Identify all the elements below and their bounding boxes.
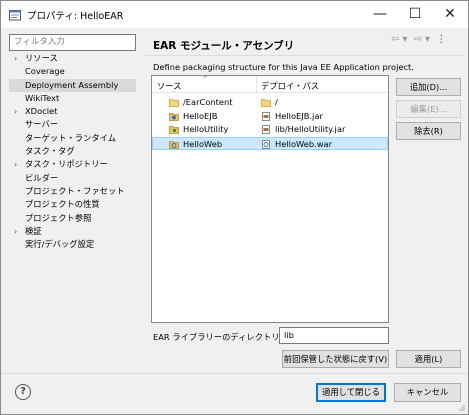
tree-item-project-facets[interactable]: プロジェクト・ファセット (9, 185, 136, 198)
header-divider (144, 55, 464, 56)
folder-icon (169, 99, 179, 107)
source-cell: /EarContent (183, 97, 233, 107)
close-button[interactable]: ✕ (433, 1, 467, 28)
tree-item-label: タスク・リポジトリー (25, 159, 108, 170)
jar-file-icon (262, 111, 270, 121)
tree-item-target-runtime[interactable]: ターゲット・ランタイム (9, 132, 136, 145)
tree-item-label: ターゲット・ランタイム (25, 132, 117, 143)
maximize-button[interactable]: ☐ (398, 1, 432, 28)
folder-icon (261, 99, 271, 107)
tree-item-label: XDoclet (25, 106, 58, 117)
tree-item-validation[interactable]: › 検証 (9, 225, 136, 238)
apply-and-close-button[interactable]: 適用して閉じる (316, 383, 386, 402)
java-project-icon (169, 126, 179, 134)
properties-icon (9, 10, 21, 21)
deploy-path-cell: HelloWeb.war (275, 138, 333, 149)
property-page-tree: › リソース Coverage Deployment Assembly Wiki… (9, 52, 136, 251)
tree-item-run-debug-settings[interactable]: 実行/デバッグ設定 (9, 238, 136, 251)
forward-menu-chevron-icon[interactable]: ▾ (425, 34, 430, 45)
chevron-right-icon[interactable]: › (14, 158, 17, 171)
deploy-path-cell: lib/HelloUtility.jar (275, 124, 346, 134)
page-navigation: ⇦ ▾ ⇨ ▾ ⋮ (391, 34, 461, 48)
ejb-project-icon (169, 112, 179, 121)
source-cell: HelloUtility (183, 124, 229, 134)
deploy-path-cell: / (275, 97, 278, 107)
edit-button[interactable]: 編集(E)... (396, 100, 461, 118)
column-header-deploy-path[interactable]: デプロイ・パス (261, 80, 319, 92)
web-project-icon (169, 140, 179, 149)
tree-item-builders[interactable]: ビルダー (9, 172, 136, 185)
tree-item-task-tags[interactable]: タスク・タグ (9, 145, 136, 158)
tree-item-label: リソース (25, 53, 58, 63)
sort-ascending-icon: ^ (202, 75, 208, 83)
window-title: プロパティ: HelloEAR (27, 11, 124, 22)
add-button[interactable]: 追加(D)... (396, 78, 461, 96)
tree-item-label: タスク・タグ (25, 146, 75, 157)
tree-item-project-references[interactable]: プロジェクト参照 (9, 212, 136, 225)
footer-divider (1, 373, 468, 374)
tree-item-task-repository[interactable]: › タスク・リポジトリー (9, 158, 136, 171)
help-icon[interactable]: ? (15, 384, 31, 400)
tree-item-resource[interactable]: › リソース (9, 52, 136, 65)
table-header: ソース ^ デプロイ・パス (152, 75, 388, 93)
properties-dialog: プロパティ: HelloEAR — ☐ ✕ フィルタ入力 › リソース Cove… (0, 0, 469, 415)
table-row[interactable]: HelloEJB HelloEJB.jar (152, 110, 388, 124)
title-bar: プロパティ: HelloEAR — ☐ ✕ (1, 1, 468, 28)
apply-button[interactable]: 適用(L) (396, 350, 461, 368)
tree-item-label: ビルダー (25, 172, 59, 183)
table-row[interactable]: /EarContent / (152, 96, 388, 110)
page-title: EAR モジュール・アセンブリ (153, 40, 295, 52)
tree-item-xdoclet[interactable]: › XDoclet (9, 105, 136, 118)
source-cell: HelloEJB (183, 110, 218, 121)
tree-item-deployment-assembly[interactable]: Deployment Assembly (9, 78, 136, 92)
cancel-button[interactable]: キャンセル (394, 383, 461, 402)
tree-item-label: サーバー (25, 119, 59, 130)
jar-file-icon (262, 125, 270, 134)
column-divider[interactable] (256, 76, 257, 93)
tree-item-label: 実行/デバッグ設定 (25, 239, 95, 250)
back-arrow-icon[interactable]: ⇦ (391, 34, 399, 45)
description-text: Define packaging structure for this Java… (153, 62, 414, 72)
forward-arrow-icon[interactable]: ⇨ (414, 34, 422, 45)
tree-item-label: WikiText (25, 92, 60, 103)
back-menu-chevron-icon[interactable]: ▾ (402, 34, 407, 45)
war-file-icon (262, 139, 270, 149)
deploy-path-cell: HelloEJB.jar (275, 110, 323, 121)
filter-input[interactable]: フィルタ入力 (9, 34, 136, 51)
tree-item-project-natures[interactable]: プロジェクトの性質 (9, 198, 136, 211)
assembly-table[interactable]: ソース ^ デプロイ・パス /EarContent / HelloEJB Hel… (151, 75, 389, 323)
chevron-right-icon[interactable]: › (14, 225, 17, 238)
tree-item-label: Deployment Assembly (25, 79, 119, 90)
column-header-source[interactable]: ソース (157, 80, 181, 92)
table-row-selected[interactable]: HelloWeb HelloWeb.war (152, 136, 388, 150)
tree-item-server[interactable]: サーバー (9, 118, 136, 131)
chevron-right-icon[interactable]: › (14, 52, 17, 65)
tree-item-coverage[interactable]: Coverage (9, 65, 136, 78)
restore-defaults-button[interactable]: 前回保管した状態に戻す(V) (282, 350, 389, 368)
tree-item-label: プロジェクトの性質 (25, 199, 100, 210)
tree-item-label: プロジェクト・ファセット (25, 185, 125, 196)
tree-item-label: プロジェクト参照 (25, 212, 92, 223)
tree-item-wikitext[interactable]: WikiText (9, 92, 136, 105)
tree-item-label: Coverage (25, 66, 65, 77)
source-cell: HelloWeb (183, 138, 223, 149)
tree-item-label: 検証 (25, 225, 42, 236)
ear-library-directory-input[interactable]: lib (279, 327, 389, 344)
table-row[interactable]: HelloUtility lib/HelloUtility.jar (152, 123, 388, 137)
remove-button[interactable]: 除去(R) (396, 122, 461, 140)
resize-grip-icon[interactable] (457, 403, 465, 411)
minimize-button[interactable]: — (363, 1, 397, 28)
chevron-right-icon[interactable]: › (14, 105, 17, 118)
view-menu-icon[interactable]: ⋮ (436, 34, 446, 45)
